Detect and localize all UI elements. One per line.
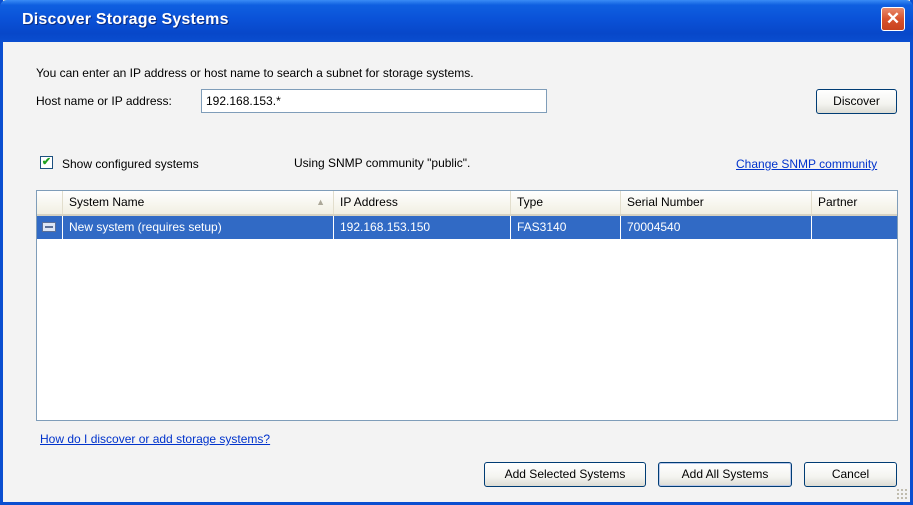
host-input[interactable] xyxy=(201,89,547,113)
column-header-type[interactable]: Type xyxy=(511,191,621,214)
sort-ascending-icon: ▲ xyxy=(316,197,325,207)
snmp-status: Using SNMP community "public". xyxy=(294,156,471,170)
add-selected-systems-button[interactable]: Add Selected Systems xyxy=(484,462,646,487)
close-button[interactable]: ✕ xyxy=(881,7,905,31)
discover-button[interactable]: Discover xyxy=(816,89,897,114)
cell-serial-number: 70004540 xyxy=(621,216,812,239)
column-header-ip-address[interactable]: IP Address xyxy=(334,191,511,214)
close-icon: ✕ xyxy=(885,9,901,28)
storage-system-icon xyxy=(42,222,56,232)
cell-ip-address: 192.168.153.150 xyxy=(334,216,511,239)
header-icon-column xyxy=(37,191,63,214)
intro-text: You can enter an IP address or host name… xyxy=(36,66,474,80)
cancel-button[interactable]: Cancel xyxy=(804,462,897,487)
column-header-label: System Name xyxy=(69,195,145,209)
show-configured-checkbox[interactable]: ✔ xyxy=(40,156,53,169)
help-discover-link[interactable]: How do I discover or add storage systems… xyxy=(40,432,270,446)
change-snmp-community-link[interactable]: Change SNMP community xyxy=(736,157,877,171)
cell-partner xyxy=(812,216,897,239)
column-header-serial-number[interactable]: Serial Number xyxy=(621,191,812,214)
dialog-body: You can enter an IP address or host name… xyxy=(3,42,910,502)
storage-systems-list[interactable]: System Name ▲ IP Address Type Serial Num… xyxy=(36,190,898,421)
cell-system-name: New system (requires setup) xyxy=(63,216,334,239)
add-all-systems-button[interactable]: Add All Systems xyxy=(658,462,792,487)
show-configured-label[interactable]: Show configured systems xyxy=(62,157,199,171)
checkmark-icon: ✔ xyxy=(41,156,52,168)
resize-grip[interactable] xyxy=(896,488,908,500)
dialog-title: Discover Storage Systems xyxy=(22,11,229,28)
discover-storage-dialog: Discover Storage Systems ✕ You can enter… xyxy=(0,0,913,505)
list-header: System Name ▲ IP Address Type Serial Num… xyxy=(37,191,897,216)
title-bar[interactable]: Discover Storage Systems ✕ xyxy=(0,0,913,42)
column-header-system-name[interactable]: System Name ▲ xyxy=(63,191,334,214)
column-header-partner[interactable]: Partner xyxy=(812,191,897,214)
table-row[interactable]: New system (requires setup) 192.168.153.… xyxy=(37,216,897,239)
host-label: Host name or IP address: xyxy=(36,94,172,108)
row-icon-cell xyxy=(37,216,63,239)
cell-type: FAS3140 xyxy=(511,216,621,239)
